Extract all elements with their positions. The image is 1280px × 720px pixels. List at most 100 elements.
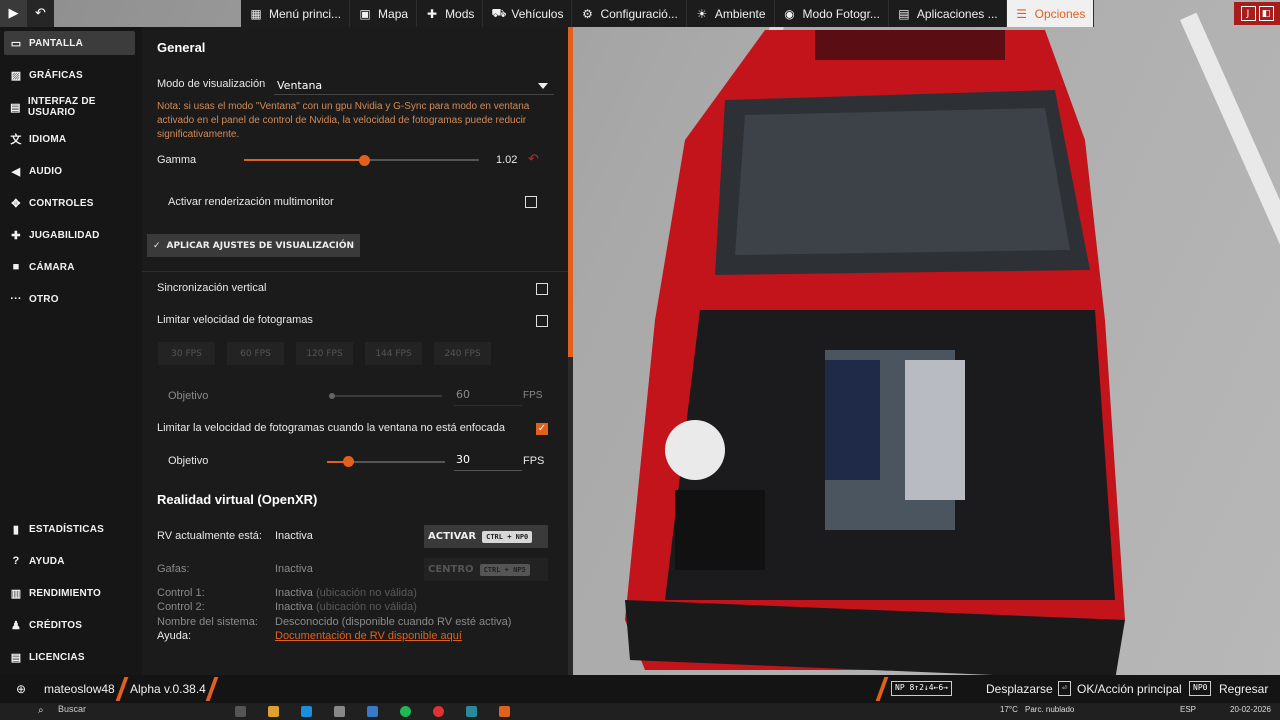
- divider: [115, 677, 129, 701]
- target-fps-label: Objetivo: [168, 455, 209, 467]
- edge-icon[interactable]: [301, 706, 312, 717]
- sidebar-item-otro[interactable]: ··· OTRO: [4, 287, 135, 311]
- puzzle-icon: ✚: [427, 6, 438, 21]
- sidebar-item-jugabilidad[interactable]: ✚ JUGABILIDAD: [4, 223, 135, 247]
- app-icon[interactable]: [466, 706, 477, 717]
- vr-help-label: Ayuda:: [157, 630, 192, 642]
- options-scrollbar-thumb[interactable]: [568, 27, 573, 357]
- language-icon: 文: [10, 134, 22, 146]
- sidebar-item-idioma[interactable]: 文 IDIOMA: [4, 127, 135, 151]
- vr-system-value: Desconocido (disponible cuando RV esté a…: [275, 616, 512, 628]
- multimonitor-checkbox[interactable]: [525, 196, 537, 208]
- menu-item-5[interactable]: ☀ Ambiente: [687, 0, 775, 27]
- target-fps-slider-handle[interactable]: [342, 456, 354, 467]
- os-taskbar: ⌕ Buscar 17°C Parc. nublado ESP 20-02-20…: [0, 703, 1280, 720]
- fps-unit: FPS: [523, 455, 545, 467]
- unfocused-limit-checkbox[interactable]: ✓: [536, 423, 548, 435]
- spotify-icon[interactable]: [400, 706, 411, 717]
- camera-icon: ■: [12, 261, 20, 273]
- sidebar-item-pantalla[interactable]: ▭ PANTALLA: [4, 31, 135, 55]
- sidebar-item-label: CRÉDITOS: [29, 619, 83, 631]
- vr-control2-label: Control 2:: [157, 601, 205, 613]
- task-view-icon[interactable]: [235, 706, 246, 717]
- apply-display-settings-label: APLICAR AJUSTES DE VISUALIZACIÓN: [166, 240, 355, 251]
- vr-glasses-value: Inactiva: [275, 563, 313, 575]
- sidebar-item-rendimiento[interactable]: ▥ RENDIMIENTO: [4, 581, 135, 605]
- more-icon: ···: [10, 293, 22, 305]
- nav-label: Desplazarse: [986, 682, 1053, 696]
- menu-item-6[interactable]: ◉ Modo Fotogr...: [775, 0, 889, 27]
- menu-item-4[interactable]: ⚙ Configuració...: [572, 0, 687, 27]
- language: ESP: [1180, 705, 1197, 714]
- sidebar-item-ayuda[interactable]: ? AYUDA: [4, 549, 135, 573]
- limit-fps-checkbox[interactable]: [536, 315, 548, 327]
- store-icon[interactable]: [334, 706, 345, 717]
- sidebar-item-label: CONTROLES: [29, 197, 94, 209]
- sidebar-item-interfaz-de-usuario[interactable]: ▤ INTERFAZ DE USUARIO: [4, 95, 135, 119]
- display-mode-select[interactable]: Ventana: [274, 77, 554, 95]
- display-mode-label: Modo de visualización: [157, 78, 266, 90]
- sidebar-item-label: AUDIO: [29, 165, 63, 177]
- version: Alpha v.0.38.4: [130, 682, 206, 696]
- exit-icon[interactable]: ◧: [1258, 6, 1274, 21]
- menu-item-label: Modo Fotogr...: [802, 6, 880, 21]
- divider: [205, 677, 219, 701]
- sidebar-item-estadísticas[interactable]: ▮ ESTADÍSTICAS: [4, 517, 135, 541]
- chevron-down-icon: [538, 83, 548, 89]
- vsync-checkbox[interactable]: [536, 283, 548, 295]
- parking-line: [1180, 12, 1280, 404]
- menu-item-2[interactable]: ✚ Mods: [417, 0, 484, 27]
- date: 20-02-2026: [1230, 705, 1271, 714]
- sidebar-item-licencias[interactable]: ▤ LICENCIAS: [4, 645, 135, 669]
- gamma-slider-handle[interactable]: [358, 155, 370, 166]
- menu-item-3[interactable]: ⛟ Vehículos: [483, 0, 573, 27]
- weather: Parc. nublado: [1025, 705, 1075, 714]
- vr-activate-button[interactable]: ACTIVAR CTRL + NP0: [424, 525, 548, 548]
- menu-item-label: Mods: [445, 6, 475, 21]
- app-icon[interactable]: [367, 706, 378, 717]
- menu-item-0[interactable]: ▦ Menú princi...: [241, 0, 351, 27]
- sidebar-item-label: INTERFAZ DE USUARIO: [27, 96, 96, 118]
- debug-icon[interactable]: J: [1240, 6, 1256, 21]
- taskbar-search[interactable]: Buscar: [30, 704, 180, 719]
- vr-status-label: RV actualmente está:: [157, 530, 262, 542]
- apps-icon: ▤: [898, 6, 910, 21]
- window-controls[interactable]: J ◧: [1234, 2, 1280, 25]
- vr-control1-label: Control 1:: [157, 587, 205, 599]
- chrome-icon[interactable]: [433, 706, 444, 717]
- apply-display-settings-button[interactable]: ✓ APLICAR AJUSTES DE VISUALIZACIÓN: [147, 234, 360, 257]
- back-key-hint: NP0: [1189, 681, 1212, 696]
- sidebar-item-cámara[interactable]: ■ CÁMARA: [4, 255, 135, 279]
- sidebar-item-label: PANTALLA: [29, 37, 83, 49]
- reset-icon[interactable]: ↶: [528, 151, 539, 167]
- help-icon: ?: [12, 555, 20, 567]
- beamng-icon[interactable]: [499, 706, 510, 717]
- menu-item-1[interactable]: ▣ Mapa: [350, 0, 418, 27]
- sidebar-item-label: AYUDA: [29, 555, 65, 567]
- sidebar-item-audio[interactable]: ◀ AUDIO: [4, 159, 135, 183]
- target-fps-field[interactable]: 30: [454, 453, 522, 471]
- vr-activate-label: ACTIVAR: [428, 531, 477, 542]
- sidebar-item-gráficas[interactable]: ▨ GRÁFICAS: [4, 63, 135, 87]
- environment-icon: ☀: [696, 6, 708, 21]
- target-fps-label-disabled: Objetivo: [168, 390, 209, 402]
- folder-icon[interactable]: [268, 706, 279, 717]
- sidebar-item-créditos[interactable]: ♟ CRÉDITOS: [4, 613, 135, 637]
- options-panel: General Modo de visualización Ventana No…: [142, 27, 568, 675]
- car-icon: ⛟: [491, 5, 507, 20]
- temperature: 17°C: [1000, 705, 1018, 714]
- section-title-vr: Realidad virtual (OpenXR): [157, 492, 318, 507]
- vr-center-button: CENTRO CTRL + NP5: [424, 558, 548, 581]
- menu-item-7[interactable]: ▤ Aplicaciones ...: [889, 0, 1007, 27]
- sidebar-item-label: CÁMARA: [29, 261, 75, 273]
- fps-unit-disabled: FPS: [523, 390, 543, 401]
- divider: [142, 271, 568, 272]
- menu-item-8[interactable]: ☰ Opciones: [1006, 0, 1095, 27]
- undo-icon[interactable]: ↶: [27, 0, 54, 27]
- multimonitor-label: Activar renderización multimonitor: [168, 196, 334, 208]
- sidebar-item-controles[interactable]: ✥ CONTROLES: [4, 191, 135, 215]
- vr-docs-link[interactable]: Documentación de RV disponible aquí: [275, 630, 462, 642]
- play-icon[interactable]: ▶: [0, 0, 27, 27]
- gameplay-icon: ✚: [11, 229, 21, 242]
- nav-keys-hint: NP 8↑2↓4←6→: [891, 681, 952, 696]
